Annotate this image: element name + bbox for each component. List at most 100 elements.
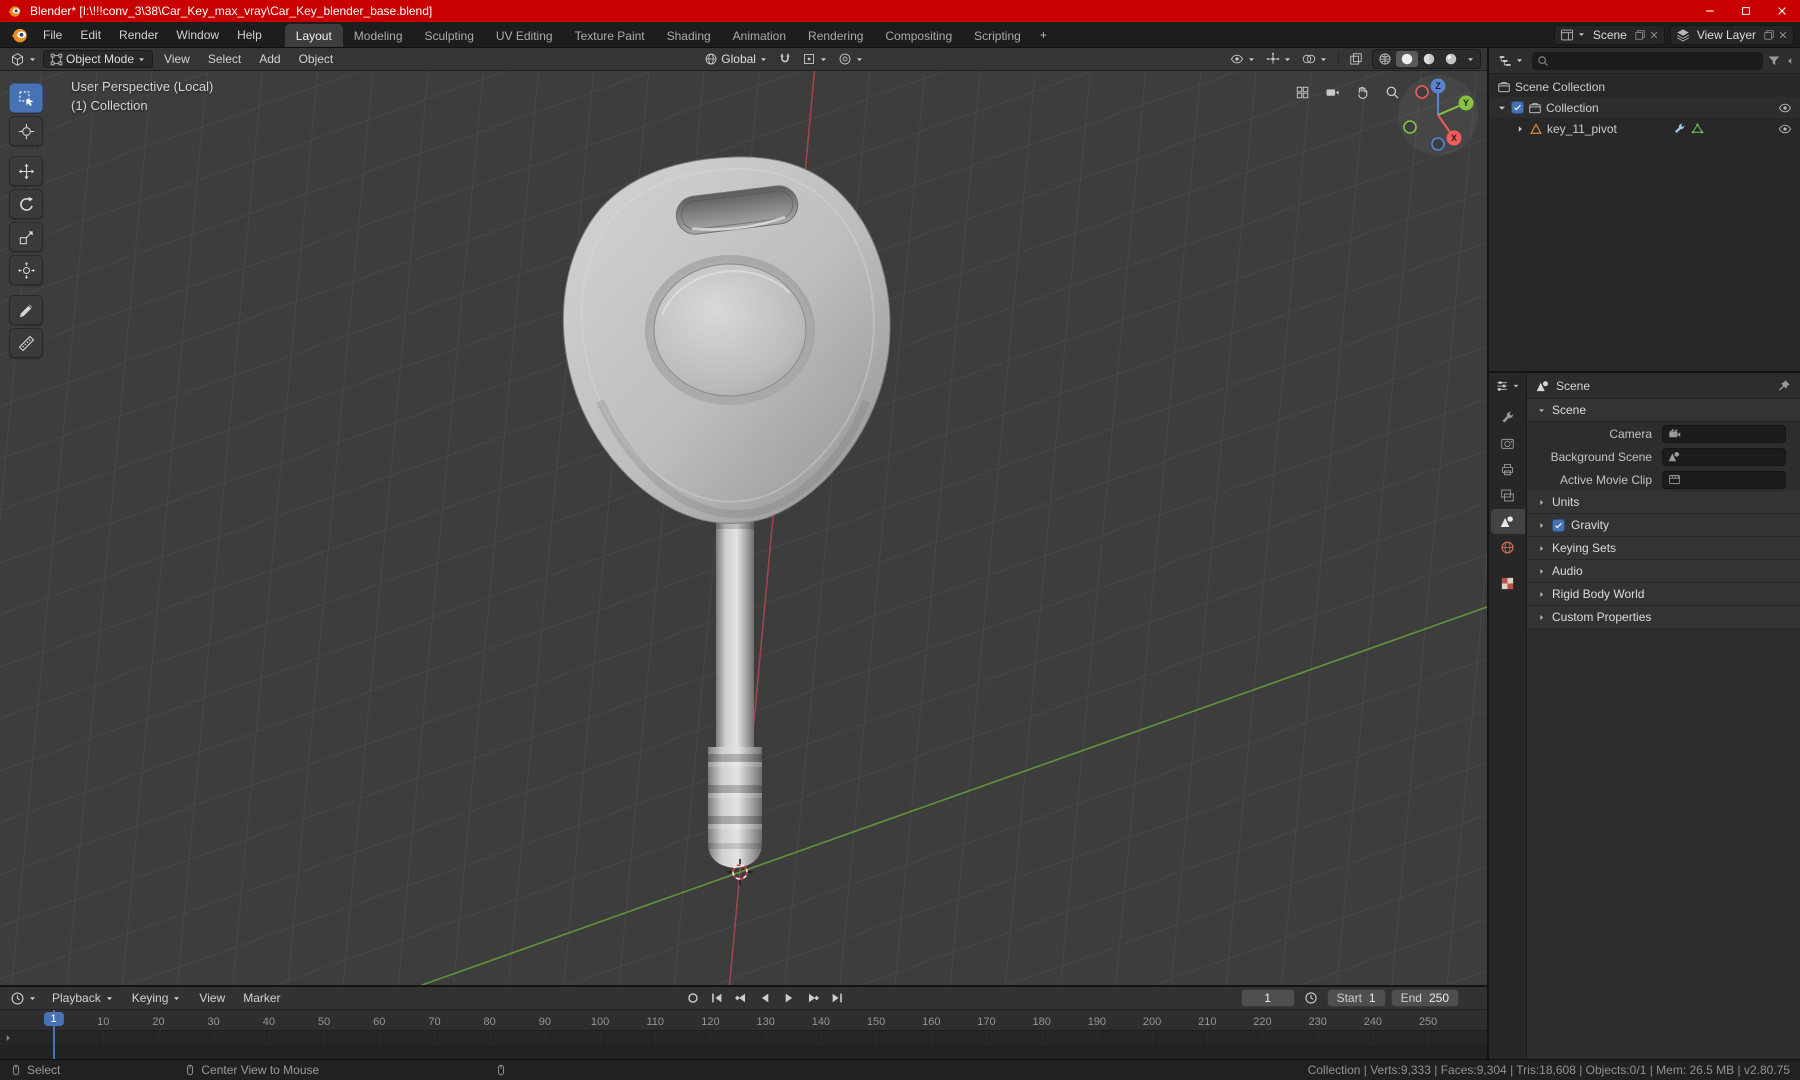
- field-background-scene-input[interactable]: [1662, 447, 1786, 466]
- tab-animation[interactable]: Animation: [722, 24, 797, 47]
- viewport-menu-select[interactable]: Select: [199, 49, 250, 69]
- section-units[interactable]: Units: [1527, 491, 1800, 514]
- scene-selector[interactable]: Scene: [1553, 24, 1665, 45]
- current-frame-indicator[interactable]: 1: [43, 1012, 64, 1026]
- field-camera-input[interactable]: [1662, 424, 1786, 443]
- timeline-menu-marker[interactable]: Marker: [234, 988, 289, 1008]
- overlays-dropdown[interactable]: [1298, 50, 1332, 68]
- new-scene-button[interactable]: [1634, 29, 1646, 41]
- tab-modeling[interactable]: Modeling: [343, 24, 414, 47]
- tab-texture-paint[interactable]: Texture Paint: [564, 24, 656, 47]
- gizmos-dropdown[interactable]: [1262, 50, 1296, 68]
- remove-view-layer-button[interactable]: [1778, 30, 1788, 40]
- menu-render[interactable]: Render: [110, 25, 167, 45]
- timeline-menu-keying[interactable]: Keying: [123, 988, 191, 1008]
- timeline-menu-view[interactable]: View: [190, 988, 234, 1008]
- xray-toggle[interactable]: [1345, 50, 1367, 68]
- shading-rendered-button[interactable]: [1440, 51, 1462, 67]
- section-gravity-checkbox[interactable]: [1552, 518, 1565, 532]
- new-view-layer-button[interactable]: [1763, 29, 1775, 41]
- transform-orientation-selector[interactable]: Global: [700, 50, 772, 68]
- section-audio[interactable]: Audio: [1527, 560, 1800, 583]
- properties-tab-view-layer[interactable]: [1491, 483, 1525, 508]
- tab-compositing[interactable]: Compositing: [874, 24, 963, 47]
- properties-tab-scene[interactable]: [1490, 509, 1525, 534]
- menu-help[interactable]: Help: [228, 25, 271, 45]
- add-workspace-button[interactable]: +: [1032, 24, 1055, 46]
- channels-expand-icon[interactable]: [3, 1033, 13, 1043]
- close-button[interactable]: [1764, 0, 1800, 22]
- section-scene[interactable]: Scene: [1527, 399, 1800, 422]
- auto-keyframe-toggle[interactable]: [682, 989, 704, 1007]
- properties-tab-world[interactable]: [1491, 535, 1525, 560]
- shading-options-dropdown[interactable]: [1462, 54, 1479, 65]
- properties-tab-tool[interactable]: [1491, 405, 1525, 430]
- tool-annotate[interactable]: [9, 295, 43, 325]
- frame-end-field[interactable]: End 250: [1390, 989, 1459, 1007]
- outliner-search-input[interactable]: [1553, 53, 1758, 68]
- tab-shading[interactable]: Shading: [656, 24, 722, 47]
- section-gravity[interactable]: Gravity: [1527, 514, 1800, 537]
- outliner-row-collection[interactable]: Collection: [1489, 97, 1800, 118]
- tool-measure[interactable]: [9, 328, 43, 358]
- menu-edit[interactable]: Edit: [71, 25, 110, 45]
- viewport-menu-view[interactable]: View: [155, 49, 199, 69]
- minimize-button[interactable]: [1692, 0, 1728, 22]
- previous-keyframe-button[interactable]: [730, 989, 752, 1007]
- pin-icon[interactable]: [1777, 379, 1791, 393]
- proportional-editing-dropdown[interactable]: [834, 50, 868, 68]
- tool-rotate[interactable]: [9, 189, 43, 219]
- shading-material-button[interactable]: [1418, 51, 1440, 67]
- delete-scene-button[interactable]: [1649, 30, 1659, 40]
- object-expand-icon[interactable]: [1515, 124, 1525, 134]
- timeline-ruler[interactable]: 10 20 30 40 50 60 70 80 90 100 110 120 130 140 150 160 1…: [0, 1010, 1487, 1031]
- timeline-editor-type-button[interactable]: [6, 989, 41, 1008]
- outliner-search[interactable]: [1532, 51, 1763, 70]
- section-custom-properties[interactable]: Custom Properties: [1527, 606, 1800, 629]
- navigation-gizmo[interactable]: Z Y X: [1396, 73, 1480, 157]
- maximize-button[interactable]: [1728, 0, 1764, 22]
- properties-editor-type-button[interactable]: [1491, 377, 1524, 395]
- section-rigid-body-world[interactable]: Rigid Body World: [1527, 583, 1800, 606]
- frame-start-field[interactable]: Start 1: [1326, 989, 1386, 1007]
- collection-checkbox[interactable]: [1511, 101, 1524, 114]
- snap-settings-dropdown[interactable]: [798, 50, 832, 68]
- properties-tab-output[interactable]: [1491, 457, 1525, 482]
- blender-logo-icon[interactable]: [11, 26, 29, 44]
- snap-toggle[interactable]: [774, 50, 796, 68]
- current-frame-field[interactable]: 1: [1240, 989, 1295, 1007]
- toggle-perspective-button[interactable]: [1290, 80, 1315, 105]
- viewport-menu-add[interactable]: Add: [250, 49, 289, 69]
- shading-wireframe-button[interactable]: [1374, 51, 1396, 67]
- timeline-menu-playback[interactable]: Playback: [43, 988, 123, 1008]
- field-active-movie-clip-input[interactable]: [1662, 470, 1786, 489]
- object-visibility-toggle[interactable]: [1778, 122, 1792, 136]
- editor-type-button[interactable]: [6, 50, 41, 69]
- tab-uv-editing[interactable]: UV Editing: [485, 24, 564, 47]
- pan-view-button[interactable]: [1350, 80, 1375, 105]
- properties-tab-render[interactable]: [1491, 431, 1525, 456]
- tool-scale[interactable]: [9, 222, 43, 252]
- tab-rendering[interactable]: Rendering: [797, 24, 874, 47]
- viewport-canvas[interactable]: User Perspective (Local) (1) Collection …: [0, 71, 1487, 985]
- outliner-row-key-11-pivot[interactable]: key_11_pivot: [1489, 118, 1800, 139]
- play-reverse-button[interactable]: [754, 989, 776, 1007]
- jump-to-start-button[interactable]: [706, 989, 728, 1007]
- use-preview-range-toggle[interactable]: [1300, 989, 1322, 1007]
- collection-expand-icon[interactable]: [1497, 103, 1507, 113]
- jump-to-end-button[interactable]: [826, 989, 848, 1007]
- tool-select-box[interactable]: [9, 83, 43, 113]
- timeline-track[interactable]: [0, 1031, 1487, 1059]
- tab-layout[interactable]: Layout: [284, 24, 343, 47]
- section-keying-sets[interactable]: Keying Sets: [1527, 537, 1800, 560]
- next-keyframe-button[interactable]: [802, 989, 824, 1007]
- tool-transform[interactable]: [9, 255, 43, 285]
- outliner-row-scene-collection[interactable]: Scene Collection: [1489, 76, 1800, 97]
- mode-selector[interactable]: Object Mode: [43, 50, 154, 68]
- camera-view-button[interactable]: [1320, 80, 1345, 105]
- outliner-editor-type-button[interactable]: [1494, 52, 1528, 70]
- filter-icon[interactable]: [1767, 54, 1781, 68]
- tool-cursor[interactable]: [9, 116, 43, 146]
- view-layer-selector[interactable]: View Layer: [1669, 24, 1794, 45]
- tool-move[interactable]: [9, 156, 43, 186]
